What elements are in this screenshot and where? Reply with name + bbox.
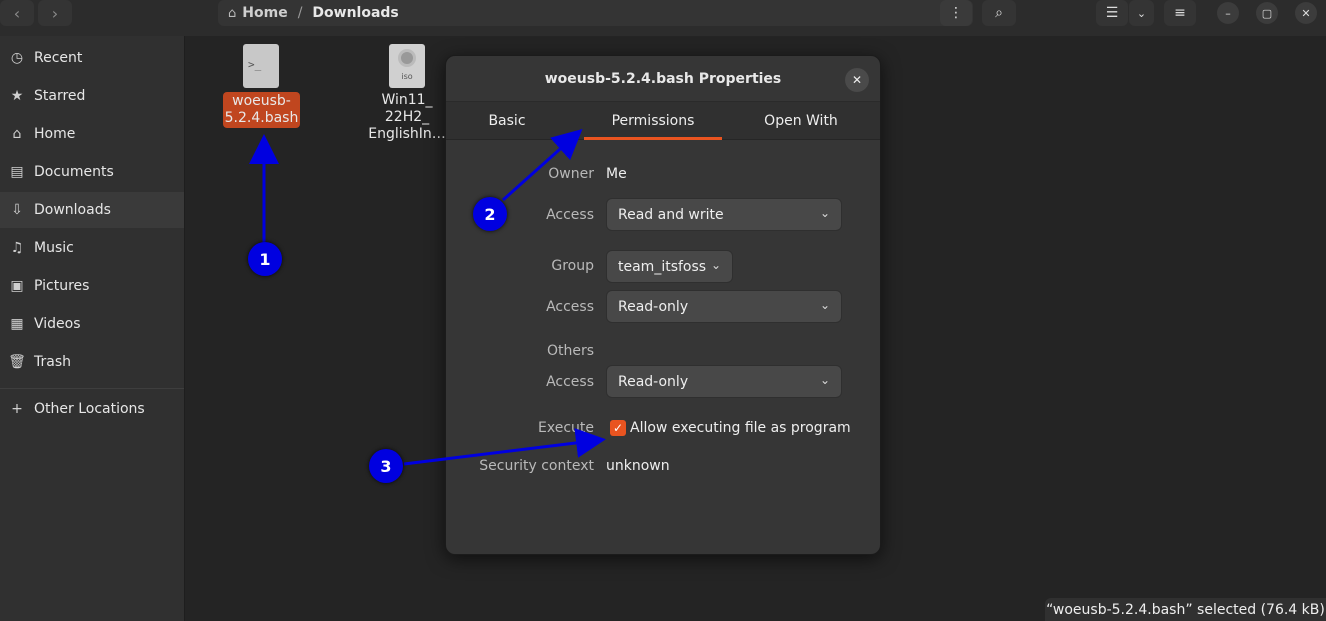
annotation-badge-2: 2	[473, 197, 507, 231]
arrow-3	[403, 428, 606, 466]
annotation-arrows	[249, 129, 606, 466]
annotation-badge-1: 1	[248, 242, 282, 276]
arrow-2	[502, 129, 583, 202]
annotation-badge-3: 3	[369, 449, 403, 483]
